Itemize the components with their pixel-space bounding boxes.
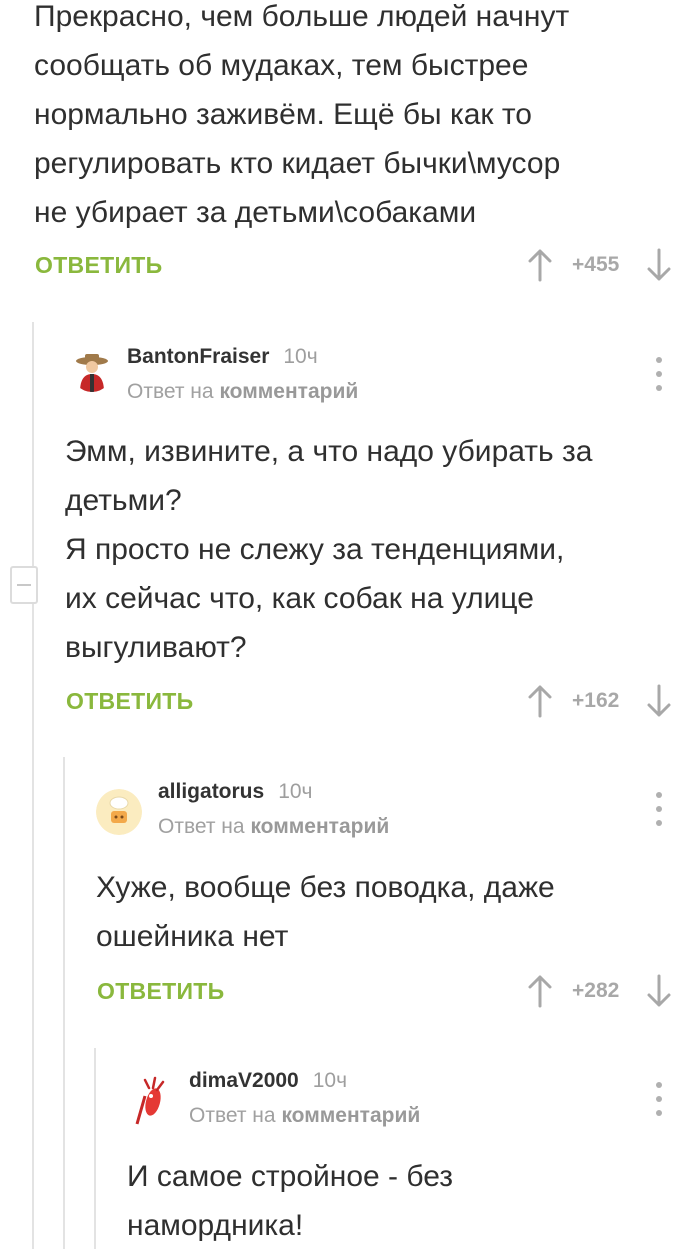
comment-body: И самое стройное - без намордника! [127,1160,454,1242]
comment-header: alligatorus 10ч [158,780,313,804]
more-options-icon[interactable] [654,357,664,391]
reply-to-meta: Ответ на комментарий [158,815,389,839]
comment-body: Хуже, вообще без поводка, даже ошейника … [96,871,555,953]
reply-to-prefix: Ответ на [158,815,245,838]
upvote-icon[interactable] [527,248,553,282]
downvote-icon[interactable] [646,974,672,1008]
comment-score: +282 [572,979,620,1002]
comment-header: dimaV2000 10ч [189,1069,347,1093]
upvote-icon[interactable] [527,974,553,1008]
author-name[interactable]: BantonFraiser [127,345,269,368]
comment-score: +162 [572,689,620,712]
reply-to-link[interactable]: комментарий [219,380,358,403]
downvote-icon[interactable] [646,684,672,718]
avatar[interactable] [131,1076,171,1126]
comment-header: BantonFraiser 10ч [127,345,318,369]
author-name[interactable]: alligatorus [158,780,264,803]
reply-to-meta: Ответ на комментарий [127,380,358,404]
comment-body: Эмм, извините, а что надо убирать за дет… [65,435,593,664]
downvote-icon[interactable] [646,248,672,282]
reply-to-link[interactable]: комментарий [250,815,389,838]
comment-score: +455 [572,253,620,276]
reply-button[interactable]: ОТВЕТИТЬ [66,688,193,715]
reply-button[interactable]: ОТВЕТИТЬ [97,978,224,1005]
reply-to-link[interactable]: комментарий [281,1104,420,1127]
more-options-icon[interactable] [654,792,664,826]
reply-button[interactable]: ОТВЕТИТЬ [35,252,162,279]
more-options-icon[interactable] [654,1082,664,1116]
author-name[interactable]: dimaV2000 [189,1069,299,1092]
comment-body: Прекрасно, чем больше людей начнут сообщ… [34,0,570,229]
reply-to-prefix: Ответ на [127,380,214,403]
comment-time: 10ч [312,1069,348,1092]
comment-time: 10ч [283,345,318,368]
comment-time: 10ч [278,780,313,803]
thread-line [63,757,65,1249]
thread-line [94,1048,96,1249]
upvote-icon[interactable] [527,684,553,718]
collapse-thread-button[interactable] [10,566,38,604]
reply-to-meta: Ответ на комментарий [189,1104,420,1128]
thread-line [32,322,34,1249]
avatar[interactable] [96,789,142,835]
avatar[interactable] [72,352,112,392]
reply-to-prefix: Ответ на [189,1104,276,1127]
